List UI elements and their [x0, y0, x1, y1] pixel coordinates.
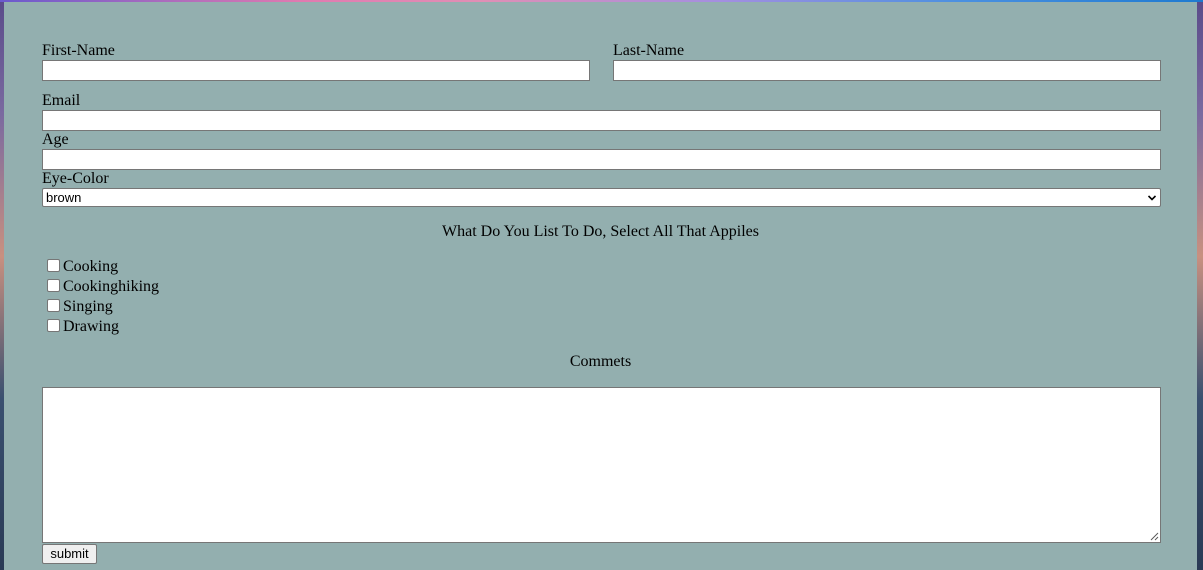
age-label: Age: [42, 131, 69, 148]
comments-heading: Commets: [569, 353, 632, 370]
activity-checkbox[interactable]: [47, 278, 60, 292]
last-name-label: Last-Name: [613, 42, 685, 59]
eye-color-select[interactable]: brown: [42, 188, 1161, 207]
age-field[interactable]: [42, 149, 1161, 170]
first-name-field[interactable]: [42, 60, 590, 81]
eye-color-label: Eye-Color: [42, 170, 109, 187]
form-panel: First-Name Last-Name Email Age Eye-Color…: [4, 2, 1197, 570]
activity-option-cookinghiking[interactable]: Cookinghiking: [46, 277, 159, 297]
activity-checkbox[interactable]: [47, 298, 60, 312]
activity-label: Cookinghiking: [63, 278, 160, 295]
activity-option-cooking[interactable]: Cooking: [46, 257, 118, 277]
last-name-field[interactable]: [613, 60, 1161, 81]
activity-checkbox[interactable]: [47, 258, 60, 272]
activities-heading: What Do You List To Do, Select All That …: [442, 223, 759, 240]
activity-option-drawing[interactable]: Drawing: [46, 317, 119, 337]
eye-color-selected-value: brown: [46, 190, 82, 205]
email-field[interactable]: [42, 110, 1161, 131]
resize-grip-icon[interactable]: [1150, 532, 1159, 541]
activity-option-singing[interactable]: Singing: [46, 297, 113, 317]
first-name-label: First-Name: [42, 42, 115, 59]
comments-textarea[interactable]: [42, 387, 1161, 543]
activity-label: Cooking: [63, 258, 119, 275]
activity-checkbox[interactable]: [47, 318, 60, 332]
submit-button[interactable]: submit: [42, 544, 97, 564]
activity-label: Drawing: [63, 318, 119, 335]
activity-label: Singing: [63, 298, 113, 315]
email-label: Email: [42, 92, 81, 109]
chevron-down-icon: [1148, 195, 1156, 201]
